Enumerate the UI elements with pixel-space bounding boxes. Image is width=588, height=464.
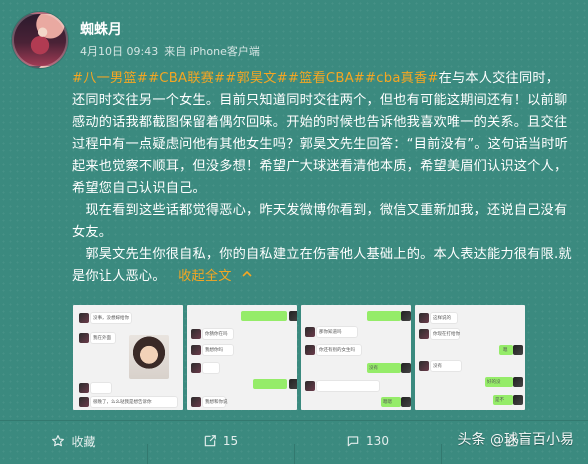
weibo-post: 蜘蛛月 4月10日 09:43 来自 iPhone客户端 #八一男篮##CBA联赛… — [0, 0, 588, 464]
sticker-image — [129, 335, 169, 379]
chat-avatar — [305, 381, 315, 391]
paragraph-3: 郭昊文先生你很自私，你的自私建立在伤害他人基础上的。本人表达能力很有限.就是你让… — [72, 244, 572, 288]
chat-text: 嗯 — [503, 348, 508, 353]
chat-text: 好的没 — [487, 380, 501, 385]
chat-text: 你现在打给你 — [433, 332, 460, 337]
chat-avatar — [401, 311, 411, 321]
hashtag[interactable]: #cba真香# — [365, 71, 439, 86]
chat-avatar — [419, 329, 429, 339]
collapse-link[interactable]: 收起全文 — [178, 269, 252, 284]
chat-text: 你还有别的女生吗 — [319, 348, 355, 353]
hashtag[interactable]: #CBA联赛# — [148, 71, 225, 86]
repost-count: 15 — [222, 434, 239, 448]
chat-avatar — [191, 363, 201, 373]
like-button[interactable] — [441, 434, 588, 464]
chat-text: 是不 — [495, 398, 504, 403]
avatar[interactable] — [12, 12, 68, 68]
chat-screenshot-thumbnail[interactable]: 你猜你在吗 我想你吗 我想和你说 — [187, 305, 297, 410]
chat-text: 我想和你说 — [205, 400, 228, 405]
favorite-button[interactable]: 收藏 — [0, 433, 147, 450]
chat-avatar — [513, 345, 523, 355]
comment-count: 130 — [366, 434, 389, 448]
chat-avatar — [401, 363, 411, 373]
chat-avatar — [191, 329, 201, 339]
chat-avatar — [419, 313, 429, 323]
chat-bubble — [367, 311, 401, 321]
image-gallery: 没事，没想嫁给你 我在外面 很晚了，么么哒我是想告诉你 你猜你在吗 我想你吗 我… — [73, 305, 525, 410]
post-source: iPhone客户端 — [189, 45, 260, 58]
chat-avatar — [191, 397, 201, 407]
paragraph-2-text: 现在看到这些话都觉得恶心，昨天发微博你看到，微信又重新加我，还说自己没有女友。 — [72, 203, 568, 240]
chat-text: 这样说的 — [433, 316, 451, 321]
comment-icon — [346, 434, 360, 448]
star-icon — [51, 434, 65, 448]
chat-screenshot-thumbnail[interactable]: 那你知道吗 你还有别的女生吗 没有 嗯嗯 — [301, 305, 411, 410]
chat-bubble — [317, 381, 379, 391]
chat-bubble — [253, 379, 287, 389]
action-bar: 收藏 15 130 — [0, 420, 588, 464]
chat-bubble — [91, 383, 111, 393]
chat-text: 很晚了，么么哒我是想告诉你 — [93, 400, 152, 405]
post-content: #八一男篮##CBA联赛##郭昊文##篮看CBA##cba真香#在与本人交往同时… — [72, 68, 572, 288]
chat-screenshot-thumbnail[interactable]: 没事，没想嫁给你 我在外面 很晚了，么么哒我是想告诉你 — [73, 305, 183, 410]
chat-avatar — [513, 377, 523, 387]
chat-screenshot-thumbnail[interactable]: 这样说的 你现在打给你 嗯 没有 好的没 是不 — [415, 305, 525, 410]
chat-avatar — [79, 383, 89, 393]
username[interactable]: 蜘蛛月 — [80, 21, 260, 39]
post-date[interactable]: 4月10日 09:43 — [80, 45, 158, 58]
post-subline: 4月10日 09:43 来自 iPhone客户端 — [80, 45, 260, 59]
chat-avatar — [401, 397, 411, 407]
repost-button[interactable]: 15 — [147, 434, 294, 464]
chat-avatar — [305, 345, 315, 355]
paragraph-1: #八一男篮##CBA联赛##郭昊文##篮看CBA##cba真香#在与本人交往同时… — [72, 68, 572, 200]
paragraph-3-text: 郭昊文先生你很自私，你的自私建立在伤害他人基础上的。本人表达能力很有限.就是你让… — [72, 247, 572, 284]
post-meta: 蜘蛛月 4月10日 09:43 来自 iPhone客户端 — [80, 21, 260, 59]
hashtag[interactable]: #郭昊文# — [225, 71, 288, 86]
chat-avatar — [289, 379, 297, 389]
chat-text: 没有 — [369, 366, 378, 371]
chat-avatar — [79, 333, 89, 343]
chat-bubble — [241, 311, 287, 321]
source-prefix: 来自 — [164, 45, 187, 58]
chat-avatar — [305, 327, 315, 337]
share-icon — [203, 434, 217, 448]
comment-button[interactable]: 130 — [294, 434, 441, 464]
thumbs-up-icon — [505, 434, 519, 448]
paragraph-2: 现在看到这些话都觉得恶心，昨天发微博你看到，微信又重新加我，还说自己没有女友。 — [72, 200, 572, 244]
chat-avatar — [289, 311, 297, 321]
chat-text: 那你知道吗 — [319, 330, 342, 335]
chat-text: 没有 — [433, 364, 442, 369]
chat-text: 你猜你在吗 — [205, 332, 228, 337]
collapse-label: 收起全文 — [178, 269, 232, 284]
chat-text: 没事，没想嫁给你 — [93, 316, 129, 321]
chevron-up-icon — [242, 269, 252, 279]
chat-text: 嗯嗯 — [383, 400, 392, 405]
chat-avatar — [79, 397, 89, 407]
chat-avatar — [513, 395, 523, 405]
hashtag[interactable]: #篮看CBA# — [288, 71, 365, 86]
chat-avatar — [419, 361, 429, 371]
favorite-label: 收藏 — [71, 434, 96, 449]
chat-avatar — [191, 345, 201, 355]
chat-bubble — [203, 363, 219, 373]
chat-text: 我想你吗 — [205, 348, 223, 353]
chat-avatar — [79, 313, 89, 323]
hashtag[interactable]: #八一男篮# — [72, 71, 148, 86]
post-header: 蜘蛛月 4月10日 09:43 来自 iPhone客户端 — [12, 12, 260, 68]
paragraph-1-text: 在与本人交往同时，还同时交往另一个女生。目前只知道同时交往两个，但也有可能这期间… — [72, 71, 569, 196]
chat-text: 我在外面 — [93, 336, 111, 341]
